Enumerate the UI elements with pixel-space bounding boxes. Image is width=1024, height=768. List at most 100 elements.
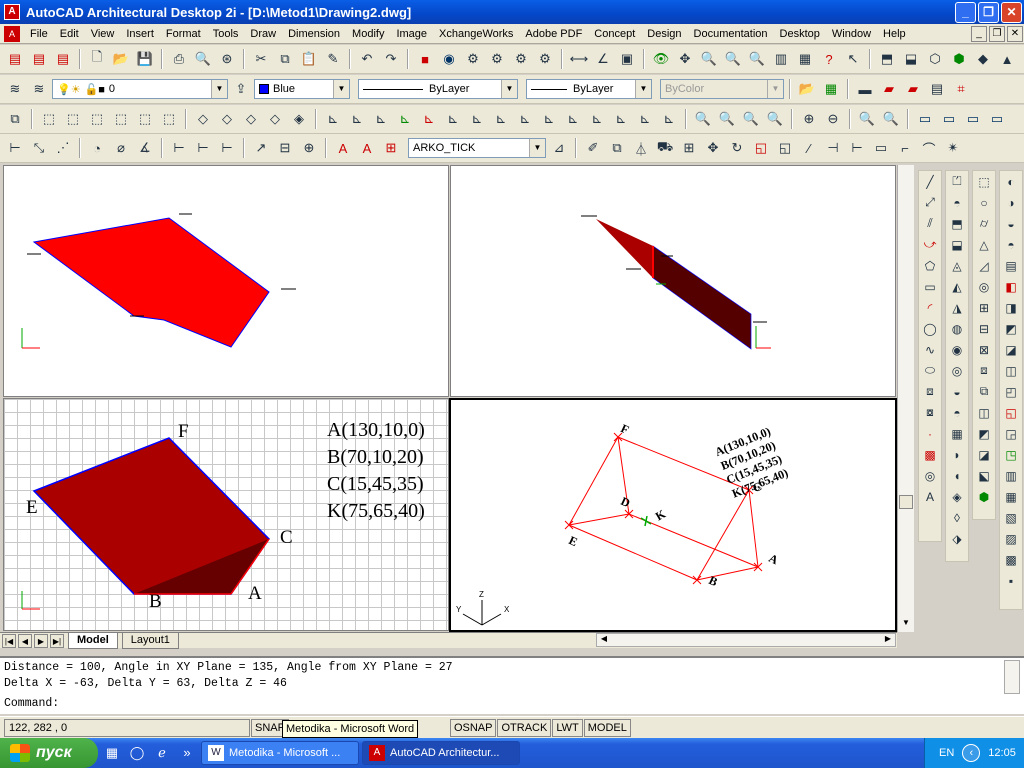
- zoom-out-icon[interactable]: ⊖: [822, 108, 844, 130]
- command-prompt[interactable]: Command:: [4, 696, 59, 712]
- dimstyle-combo[interactable]: ARKO_TICK ▼: [408, 138, 546, 158]
- zoom-dynamic-icon[interactable]: 🔍: [716, 108, 738, 130]
- schedule-icon[interactable]: ▤: [926, 78, 948, 100]
- shell-solid-icon[interactable]: ◲: [1001, 423, 1021, 444]
- named-views-icon[interactable]: 👁: [650, 48, 672, 70]
- mesh-icon[interactable]: ▦: [947, 423, 967, 444]
- model-toggle[interactable]: MODEL: [583, 718, 631, 737]
- scale-icon[interactable]: ◱: [750, 137, 772, 159]
- apply-ucs-icon[interactable]: ⊾: [610, 108, 632, 130]
- command-scrollbar[interactable]: [1004, 660, 1020, 694]
- paste-icon[interactable]: 📋: [298, 48, 320, 70]
- color-combo[interactable]: Blue ▼: [254, 79, 350, 99]
- chevron-down-icon[interactable]: ▼: [211, 80, 227, 98]
- door-icon[interactable]: ⬓: [900, 48, 922, 70]
- start-button[interactable]: пуск: [0, 738, 98, 768]
- object-snap-icon[interactable]: ⚙: [510, 48, 532, 70]
- redo-icon[interactable]: ↷: [380, 48, 402, 70]
- properties-icon[interactable]: ▥: [770, 48, 792, 70]
- tool-palette-icon[interactable]: ▦: [794, 48, 816, 70]
- circle-icon[interactable]: ◯: [920, 318, 940, 339]
- nw-iso-icon[interactable]: ◇: [264, 108, 286, 130]
- 3point-ucs-icon[interactable]: ⊾: [514, 108, 536, 130]
- revolved-surface-icon[interactable]: ◗: [947, 444, 967, 465]
- menu-file[interactable]: File: [24, 25, 54, 43]
- close-button[interactable]: ✕: [1001, 1, 1022, 23]
- line-icon[interactable]: ╱: [920, 171, 940, 192]
- break-icon[interactable]: ▭: [870, 137, 892, 159]
- edit-attribute-icon[interactable]: ▤: [1001, 255, 1021, 276]
- setup-view-icon[interactable]: ◮: [947, 297, 967, 318]
- named-ucs-icon[interactable]: ⊾: [634, 108, 656, 130]
- menu-help[interactable]: Help: [877, 25, 912, 43]
- color-faces-icon[interactable]: ◨: [1001, 297, 1021, 318]
- prev-tab-icon[interactable]: ◀: [18, 633, 32, 648]
- taper-faces-icon[interactable]: ⬕: [974, 465, 994, 486]
- world-ucs-icon[interactable]: ⊾: [370, 108, 392, 130]
- opera-icon[interactable]: ◯: [126, 742, 148, 764]
- polygon-icon[interactable]: ⬠: [920, 255, 940, 276]
- color-edges-icon[interactable]: ◪: [1001, 339, 1021, 360]
- lengthen-icon[interactable]: ⁄: [798, 137, 820, 159]
- union-icon[interactable]: ⊞: [974, 297, 994, 318]
- tab-model[interactable]: Model: [68, 632, 118, 649]
- quick-dim-icon[interactable]: ⊢: [168, 137, 190, 159]
- solid-view-icon[interactable]: ▪: [1001, 570, 1021, 591]
- box-icon[interactable]: ⬡: [924, 48, 946, 70]
- point-icon[interactable]: ·: [920, 423, 940, 444]
- cut-icon[interactable]: ✂: [250, 48, 272, 70]
- se-iso-icon[interactable]: ◇: [216, 108, 238, 130]
- menu-format[interactable]: Format: [160, 25, 207, 43]
- separate-icon[interactable]: ◱: [1001, 402, 1021, 423]
- pdf-email-icon[interactable]: ▤: [28, 48, 50, 70]
- dim-update-icon[interactable]: ⊞: [380, 137, 402, 159]
- copy-edges-icon[interactable]: ◩: [1001, 318, 1021, 339]
- scroll-down-icon[interactable]: ▼: [899, 618, 913, 632]
- menu-desktop[interactable]: Desktop: [774, 25, 826, 43]
- named-view-icon[interactable]: ⧉: [4, 108, 26, 130]
- arc-icon[interactable]: ◜: [920, 297, 940, 318]
- imprint-icon[interactable]: ◫: [1001, 360, 1021, 381]
- extrude-faces-icon[interactable]: ⧈: [974, 360, 994, 381]
- front-view-icon[interactable]: ⬚: [134, 108, 156, 130]
- interfere-icon[interactable]: ◬: [947, 255, 967, 276]
- erase-icon[interactable]: ✐: [582, 137, 604, 159]
- back-view-icon[interactable]: ⬚: [158, 108, 180, 130]
- command-window[interactable]: Distance = 100, Angle in XY Plane = 135,…: [0, 656, 1024, 714]
- z-ucs-icon[interactable]: ⊾: [586, 108, 608, 130]
- array-icon[interactable]: ⊞: [678, 137, 700, 159]
- sw-iso-icon[interactable]: ◇: [192, 108, 214, 130]
- minimize-button[interactable]: _: [955, 1, 976, 23]
- menu-documentation[interactable]: Documentation: [688, 25, 774, 43]
- menu-view[interactable]: View: [85, 25, 121, 43]
- box-solid-icon[interactable]: ⬚: [974, 171, 994, 192]
- multiline-icon[interactable]: ⫽: [920, 213, 940, 234]
- linetype-combo[interactable]: ByLayer ▼: [358, 79, 518, 99]
- draworder-icon[interactable]: ◐: [1001, 171, 1021, 192]
- osnap-toggle[interactable]: OSNAP: [449, 718, 497, 737]
- origin-ucs-icon[interactable]: ⊾: [466, 108, 488, 130]
- next-tab-icon[interactable]: ▶: [34, 633, 48, 648]
- left-view-icon[interactable]: ⬚: [86, 108, 108, 130]
- x-ucs-icon[interactable]: ⊾: [538, 108, 560, 130]
- object-ucs-icon[interactable]: ⊾: [394, 108, 416, 130]
- sphere-icon[interactable]: ◉: [947, 339, 967, 360]
- slice-plane-icon[interactable]: ▧: [1001, 507, 1021, 528]
- chevron-right-icon[interactable]: »: [176, 742, 198, 764]
- spline-icon[interactable]: ∿: [920, 339, 940, 360]
- viewport-4-icon[interactable]: ▭: [986, 108, 1008, 130]
- design-center-icon[interactable]: ⚙: [534, 48, 556, 70]
- check-icon[interactable]: ◳: [1001, 444, 1021, 465]
- rotate-faces-icon[interactable]: ◪: [974, 444, 994, 465]
- ellipse-icon[interactable]: ⬭: [920, 360, 940, 381]
- pdf-icon[interactable]: ▤: [4, 48, 26, 70]
- zoom-center-icon[interactable]: 🔍: [764, 108, 786, 130]
- torus-solid-icon[interactable]: ◎: [974, 276, 994, 297]
- bottom-view-icon[interactable]: ⬚: [62, 108, 84, 130]
- save-icon[interactable]: 💾: [134, 48, 156, 70]
- right-view-icon[interactable]: ⬚: [110, 108, 132, 130]
- menu-xchangeworks[interactable]: XchangeWorks: [433, 25, 519, 43]
- aligned-dim-icon[interactable]: ⤡: [28, 137, 50, 159]
- top-view-icon[interactable]: ⬚: [38, 108, 60, 130]
- chevron-down-icon[interactable]: ▼: [529, 139, 545, 157]
